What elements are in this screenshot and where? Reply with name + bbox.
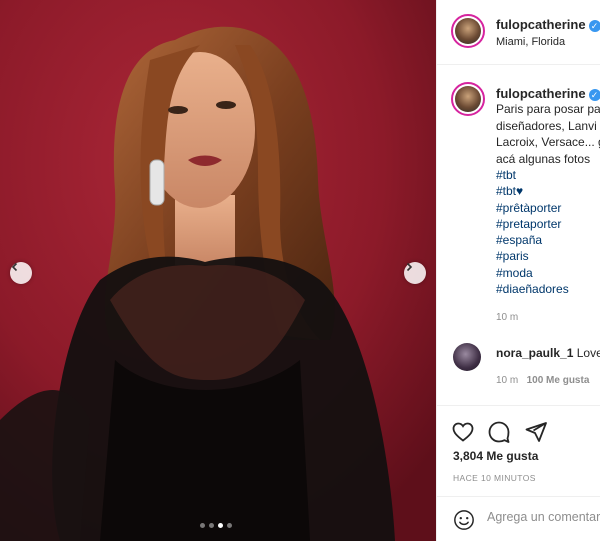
chevron-left-icon (11, 262, 18, 272)
comment: nora_paulk_1 Love (496, 346, 600, 360)
carousel-indicator (200, 523, 232, 528)
carousel-dot (200, 523, 205, 528)
hashtag-link[interactable]: #moda (496, 265, 569, 281)
comment-bubble-icon[interactable] (487, 420, 511, 444)
caption-author-username[interactable]: fulopcatherine ✓ (496, 86, 600, 101)
likes-count[interactable]: 3,804 Me gusta (453, 449, 538, 463)
author-username[interactable]: fulopcatherine ✓ (496, 17, 600, 32)
carousel-dot (227, 523, 232, 528)
carousel-next-button[interactable] (404, 262, 426, 284)
author-avatar[interactable] (451, 14, 485, 48)
hashtag-link[interactable]: #tbt♥ (496, 183, 569, 199)
post-header: fulopcatherine ✓ Miami, Florida (437, 0, 600, 65)
caption-line: Paris para posar pa (496, 102, 600, 116)
hashtag-link[interactable]: #prêtàporter (496, 200, 569, 216)
commenter-username[interactable]: nora_paulk_1 (496, 346, 573, 360)
hashtag-link[interactable]: #tbt (496, 167, 569, 183)
smiley-icon[interactable] (453, 509, 475, 531)
comment-body: Love (576, 346, 600, 360)
hashtag-link[interactable]: #paris (496, 248, 569, 264)
comment-meta: 10 m 100 Me gusta (496, 375, 589, 386)
hashtag-list: #tbt #tbt♥ #prêtàporter #pretaporter #es… (496, 167, 569, 297)
hashtag-link[interactable]: #pretaporter (496, 216, 569, 232)
comment-timestamp[interactable]: 10 m (496, 375, 518, 386)
caption-line: diseñadores, Lanvi (496, 118, 597, 133)
carousel-prev-button[interactable] (10, 262, 32, 284)
hashtag-link[interactable]: #españa (496, 232, 569, 248)
carousel-dot-active (218, 523, 223, 528)
chevron-right-icon (406, 262, 413, 272)
carousel-dot (209, 523, 214, 528)
portrait-image (0, 0, 436, 541)
commenter-avatar[interactable] (453, 343, 481, 371)
caption-line: Lacroix, Versace... g (496, 135, 600, 150)
caption-line: acá algunas fotos (496, 151, 591, 166)
post-location[interactable]: Miami, Florida (496, 36, 565, 48)
comment-input[interactable] (487, 510, 600, 524)
post-timestamp[interactable]: HACE 10 MINUTOS (453, 473, 536, 483)
hashtag-link[interactable]: #diaeñadores (496, 281, 569, 297)
verified-badge-icon: ✓ (588, 19, 600, 32)
caption-author-avatar[interactable] (451, 82, 485, 116)
verified-badge-icon: ✓ (588, 88, 600, 101)
paper-plane-icon[interactable] (524, 420, 548, 444)
post-photo[interactable] (0, 0, 436, 541)
post-side-panel: fulopcatherine ✓ Miami, Florida fulopcath… (436, 0, 600, 541)
heart-icon[interactable] (451, 420, 475, 444)
add-comment-bar (437, 496, 600, 541)
comment-likes[interactable]: 100 Me gusta (527, 375, 590, 386)
caption-timestamp[interactable]: 10 m (496, 312, 518, 323)
caption-text: Paris para posar pa diseñadores, Lanvi L… (496, 101, 600, 167)
